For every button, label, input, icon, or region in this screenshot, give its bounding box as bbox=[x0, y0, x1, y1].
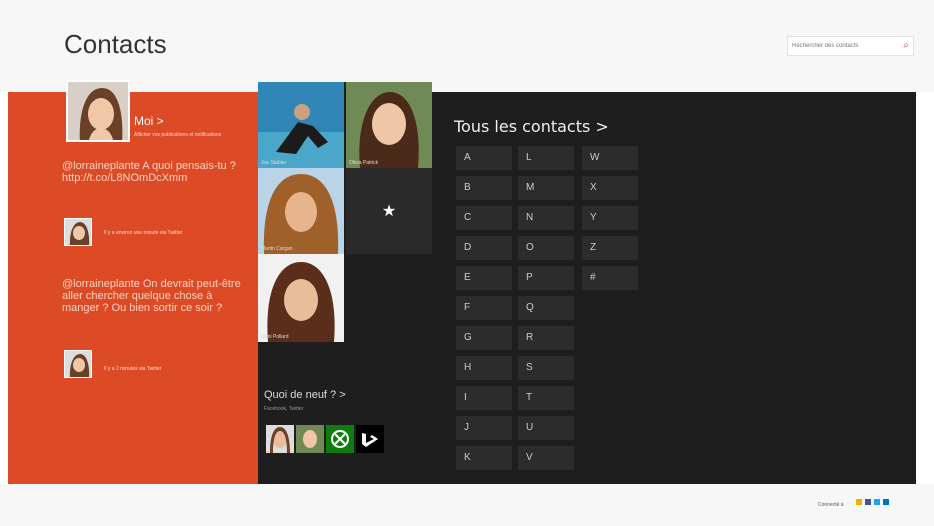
all-contacts-panel: Tous les contacts > A B C D E F G H I J … bbox=[432, 92, 916, 484]
favorite-contact-tile[interactable]: Olivia Patrick bbox=[346, 82, 432, 168]
tweet-meta: Il y a environ une minute via Twitter bbox=[104, 230, 183, 236]
whats-new-link[interactable]: Quoi de neuf ? > bbox=[264, 389, 346, 401]
add-favorite-tile[interactable]: ★ bbox=[346, 168, 432, 254]
tweet-avatar bbox=[64, 218, 92, 246]
tweet-text[interactable]: @lorraineplante On devrait peut-être all… bbox=[62, 278, 252, 314]
contact-photo-icon bbox=[266, 425, 294, 453]
contact-name: Mimi Pollard bbox=[261, 334, 289, 340]
letter-tile-e[interactable]: E bbox=[456, 266, 512, 290]
letter-tile-g[interactable]: G bbox=[456, 326, 512, 350]
favorite-contact-tile[interactable]: Joe Stabler bbox=[258, 82, 344, 168]
me-panel: Moi > Afficher vos publications et notif… bbox=[8, 80, 258, 484]
letter-tile-s[interactable]: S bbox=[518, 356, 574, 380]
letter-tile-p[interactable]: P bbox=[518, 266, 574, 290]
favorites-panel: Joe Stabler Olivia Patrick Martin Cargan… bbox=[258, 82, 432, 484]
header-bar: Contacts ⌕ bbox=[0, 0, 934, 92]
me-link[interactable]: Moi > bbox=[134, 114, 164, 128]
letter-tile-h[interactable]: H bbox=[456, 356, 512, 380]
search-box[interactable]: ⌕ bbox=[787, 36, 914, 56]
letter-tile-m[interactable]: M bbox=[518, 176, 574, 200]
letter-tile-t[interactable]: T bbox=[518, 386, 574, 410]
letter-tile-i[interactable]: I bbox=[456, 386, 512, 410]
star-icon: ★ bbox=[381, 203, 397, 220]
letter-tile-c[interactable]: C bbox=[456, 206, 512, 230]
letter-tile-w[interactable]: W bbox=[582, 146, 638, 170]
letter-tile-y[interactable]: Y bbox=[582, 206, 638, 230]
letter-tile-o[interactable]: O bbox=[518, 236, 574, 260]
tweet-avatar bbox=[64, 350, 92, 378]
whats-new-subtitle: Facebook, Twitter bbox=[264, 406, 304, 412]
network-icons[interactable] bbox=[266, 425, 384, 453]
letter-tile-j[interactable]: J bbox=[456, 416, 512, 440]
connected-services[interactable] bbox=[856, 499, 889, 505]
favorite-contact-tile[interactable]: Mimi Pollard bbox=[258, 254, 344, 342]
tweet-meta: Il y a 2 minutes via Twitter bbox=[104, 366, 162, 372]
letter-tile-x[interactable]: X bbox=[582, 176, 638, 200]
letter-tile-v[interactable]: V bbox=[518, 446, 574, 470]
connected-label: Connecté à bbox=[818, 502, 844, 508]
xbox-icon bbox=[326, 425, 354, 453]
letter-tile-z[interactable]: Z bbox=[582, 236, 638, 260]
contact-photo-icon bbox=[296, 425, 324, 453]
letter-tile-n[interactable]: N bbox=[518, 206, 574, 230]
all-contacts-link[interactable]: Tous les contacts > bbox=[454, 117, 609, 136]
search-icon[interactable]: ⌕ bbox=[903, 40, 909, 52]
letter-tile-f[interactable]: F bbox=[456, 296, 512, 320]
letter-tile-hash[interactable]: # bbox=[582, 266, 638, 290]
facebook-icon bbox=[865, 499, 871, 505]
tweet-text[interactable]: @lorraineplante A quoi pensais-tu ? http… bbox=[62, 160, 252, 184]
letter-tile-k[interactable]: K bbox=[456, 446, 512, 470]
footer-bar: Connecté à bbox=[0, 484, 934, 526]
messenger-icon bbox=[856, 499, 862, 505]
letter-tile-a[interactable]: A bbox=[456, 146, 512, 170]
letter-tile-u[interactable]: U bbox=[518, 416, 574, 440]
contact-name: Martin Cargan bbox=[261, 246, 293, 252]
letter-tile-d[interactable]: D bbox=[456, 236, 512, 260]
contact-name: Olivia Patrick bbox=[349, 160, 379, 166]
me-subtitle: Afficher vos publications et notificatio… bbox=[134, 132, 222, 138]
contact-name: Joe Stabler bbox=[261, 160, 287, 166]
favorite-contact-tile[interactable]: Martin Cargan bbox=[258, 168, 344, 254]
letter-tile-q[interactable]: Q bbox=[518, 296, 574, 320]
linkedin-icon bbox=[883, 499, 889, 505]
letter-tile-b[interactable]: B bbox=[456, 176, 512, 200]
search-input[interactable] bbox=[792, 40, 898, 52]
bing-icon bbox=[356, 425, 384, 453]
page-title: Contacts bbox=[64, 29, 167, 59]
letter-tile-r[interactable]: R bbox=[518, 326, 574, 350]
avatar[interactable] bbox=[66, 80, 130, 142]
letter-tile-l[interactable]: L bbox=[518, 146, 574, 170]
twitter-icon bbox=[874, 499, 880, 505]
